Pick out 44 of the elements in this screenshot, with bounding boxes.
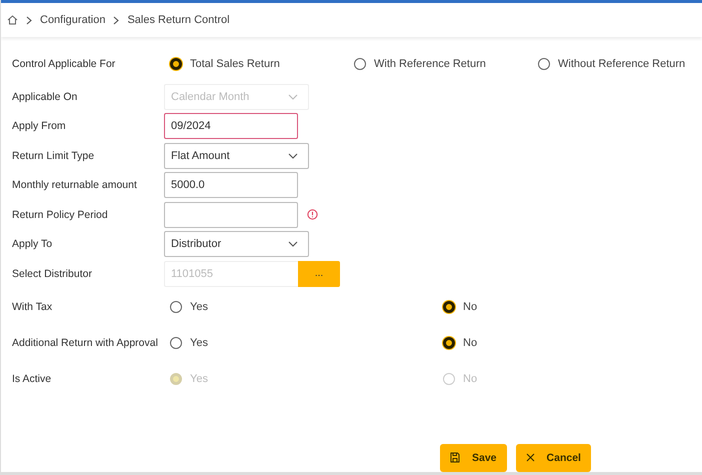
field-label: Apply To (12, 238, 54, 250)
chevron-icon (113, 16, 120, 24)
dropdown-field[interactable]: Flat Amount (164, 142, 309, 169)
radio-label: No (463, 372, 478, 384)
chevron-icon (26, 16, 32, 24)
radio-button[interactable] (443, 336, 455, 348)
radio-button[interactable] (170, 336, 182, 348)
radio-label: Yes (190, 300, 208, 312)
input-field[interactable]: 5000.0 (164, 172, 298, 198)
radio-button[interactable] (170, 300, 182, 312)
radio-button[interactable] (538, 58, 550, 70)
breadcrumb-item: Sales Return Control (127, 14, 230, 26)
chevron-down-icon (288, 241, 298, 248)
chevron-down-icon (288, 94, 298, 100)
home-icon[interactable] (7, 15, 18, 25)
field-label: Applicable On (12, 90, 78, 103)
save-icon (450, 452, 460, 463)
radio-label: Yes (190, 336, 208, 348)
radio-label: Total Sales Return (190, 58, 280, 70)
radio-button[interactable] (354, 58, 366, 70)
field-label: Is Active (12, 372, 52, 384)
field-label: Return Limit Type (12, 150, 96, 162)
radio-label: Without Reference Return (558, 58, 686, 70)
close-icon (526, 453, 535, 462)
chevron-down-icon (288, 152, 298, 159)
field-label: Apply From (12, 120, 67, 132)
field-label: Monthly returnable amount (12, 179, 138, 192)
field-label: Additional Return with Approval (12, 336, 159, 348)
breadcrumb-item[interactable]: Configuration (40, 14, 106, 26)
input-field[interactable]: 09/2024 (164, 113, 298, 140)
field-label: Select Distributor (12, 268, 93, 280)
radio-button[interactable] (170, 58, 182, 70)
radio-label: No (463, 300, 478, 312)
field-label: Control Applicable For (12, 58, 116, 70)
field-label: With Tax (12, 300, 54, 312)
radio-label: No (463, 336, 478, 348)
input-field[interactable] (164, 202, 298, 228)
save-button[interactable]: Save (440, 444, 507, 472)
radio-label: Yes (190, 372, 208, 384)
radio-label: With Reference Return (374, 58, 486, 70)
cancel-button[interactable]: Cancel (516, 444, 591, 472)
radio-button[interactable] (443, 300, 455, 312)
field-label: Return Policy Period (12, 208, 109, 221)
dropdown-field[interactable]: Distributor (164, 231, 309, 258)
